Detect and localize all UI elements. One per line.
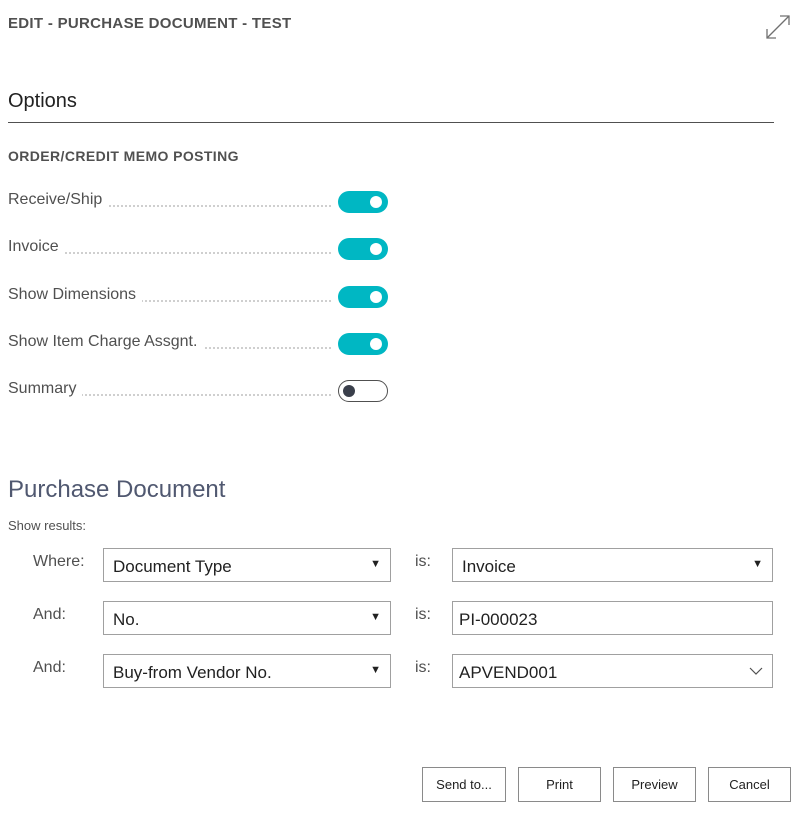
filter-value: APVEND001	[459, 663, 558, 682]
options-divider	[8, 122, 774, 123]
group-caption: ORDER/CREDIT MEMO POSTING	[8, 148, 239, 164]
filter-connector: Where:	[33, 553, 85, 570]
options-heading: Options	[8, 90, 77, 112]
filter-value: PI-000023	[459, 610, 538, 629]
expand-icon[interactable]	[763, 12, 793, 42]
dropdown-arrow-icon: ▼	[752, 558, 763, 570]
show-dimensions-toggle[interactable]	[338, 286, 388, 308]
filter-connector: And:	[33, 659, 66, 676]
option-label: Invoice	[8, 238, 65, 256]
toggle-knob	[370, 243, 382, 255]
filter-field-select[interactable]: Document Type ▼	[103, 548, 391, 582]
invoice-toggle[interactable]	[338, 238, 388, 260]
option-row-show-item-charge: Show Item Charge Assgnt.	[8, 332, 393, 356]
toggle-knob	[343, 384, 355, 397]
dropdown-arrow-icon: ▼	[370, 611, 381, 623]
option-label: Receive/Ship	[8, 191, 109, 209]
document-no-input[interactable]: PI-000023	[452, 601, 773, 635]
filter-operator: is:	[415, 606, 431, 623]
filter-connector: And:	[33, 606, 66, 623]
document-type-select[interactable]: Invoice ▼	[452, 548, 773, 582]
summary-toggle[interactable]	[338, 380, 388, 402]
purchase-document-heading: Purchase Document	[8, 476, 226, 503]
dialog-title: EDIT - PURCHASE DOCUMENT - TEST	[8, 15, 292, 32]
toggle-knob	[370, 291, 382, 303]
option-label: Summary	[8, 380, 83, 398]
filter-field-select[interactable]: Buy-from Vendor No. ▼	[103, 654, 391, 688]
option-row-invoice: Invoice	[8, 237, 393, 261]
toggle-knob	[370, 196, 382, 208]
vendor-no-lookup[interactable]: APVEND001	[452, 654, 773, 688]
print-button[interactable]: Print	[518, 767, 601, 802]
chevron-down-icon[interactable]	[748, 663, 764, 679]
option-label: Show Dimensions	[8, 286, 143, 304]
option-row-receive-ship: Receive/Ship	[8, 190, 393, 214]
option-label: Show Item Charge Assgnt.	[8, 333, 204, 351]
filter-field-value: Document Type	[113, 557, 232, 576]
filter-field-value: Buy-from Vendor No.	[113, 663, 272, 682]
toggle-knob	[370, 338, 382, 350]
filter-value: Invoice	[462, 557, 516, 576]
send-to-button[interactable]: Send to...	[422, 767, 506, 802]
dropdown-arrow-icon: ▼	[370, 664, 381, 676]
filter-field-select[interactable]: No. ▼	[103, 601, 391, 635]
show-results-label: Show results:	[8, 518, 87, 533]
filter-field-value: No.	[113, 610, 140, 629]
filter-operator: is:	[415, 553, 431, 570]
option-row-summary: Summary	[8, 379, 393, 403]
show-item-charge-toggle[interactable]	[338, 333, 388, 355]
dropdown-arrow-icon: ▼	[370, 558, 381, 570]
option-row-show-dimensions: Show Dimensions	[8, 285, 393, 309]
receive-ship-toggle[interactable]	[338, 191, 388, 213]
preview-button[interactable]: Preview	[613, 767, 696, 802]
cancel-button[interactable]: Cancel	[708, 767, 791, 802]
filter-operator: is:	[415, 659, 431, 676]
